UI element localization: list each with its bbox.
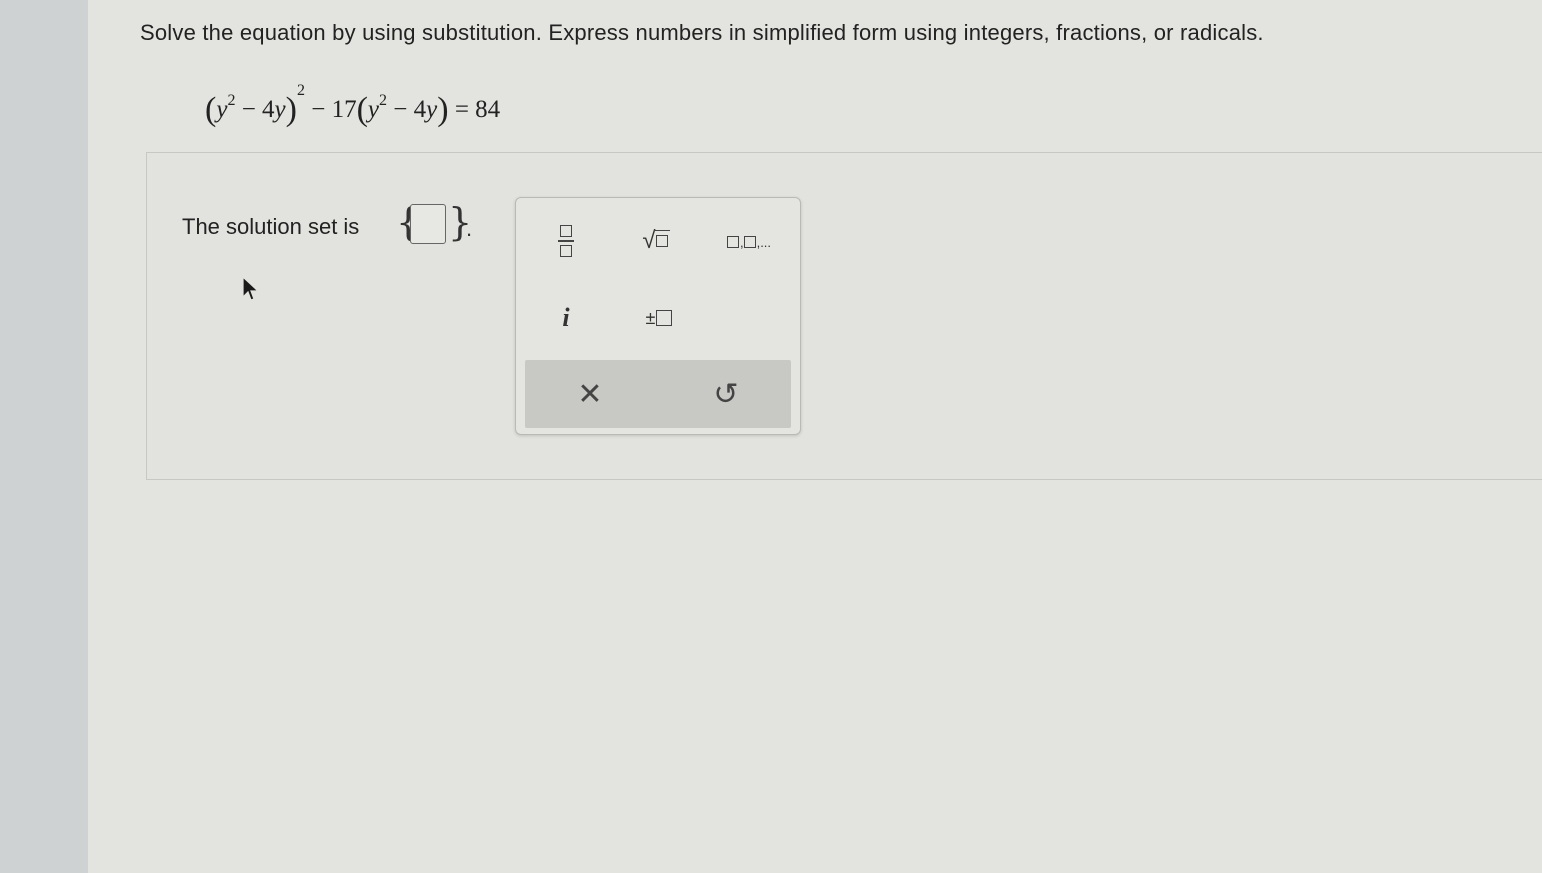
square-root-button[interactable]: √	[631, 218, 681, 264]
answer-area	[146, 152, 1542, 480]
question-prompt: Solve the equation by using substitution…	[140, 20, 1264, 45]
undo-icon: ↺	[713, 377, 739, 411]
list-icon	[726, 236, 739, 248]
clear-button[interactable]: ✕	[555, 360, 625, 428]
equation: (y2 − 4y)2 − 17(y2 − 4y) = 84	[205, 82, 501, 128]
undo-button[interactable]: ↺	[691, 360, 761, 428]
math-palette: √ , ,... i ± ✕ ↺	[515, 197, 801, 435]
solution-input[interactable]	[410, 204, 446, 244]
palette-action-bar: ✕ ↺	[525, 360, 791, 428]
i-icon: i	[562, 303, 570, 332]
left-margin	[0, 0, 88, 873]
fraction-icon	[560, 225, 572, 237]
plus-minus-button[interactable]: ±	[634, 298, 684, 338]
list-button[interactable]: , ,...	[716, 222, 782, 262]
fraction-button[interactable]	[546, 216, 586, 266]
imaginary-unit-button[interactable]: i	[546, 298, 586, 338]
close-icon: ✕	[577, 377, 603, 411]
period: .	[466, 216, 473, 241]
mouse-cursor-icon	[242, 276, 260, 301]
solution-set-label: The solution set is	[182, 214, 360, 239]
plus-minus-icon: ±	[645, 307, 656, 328]
